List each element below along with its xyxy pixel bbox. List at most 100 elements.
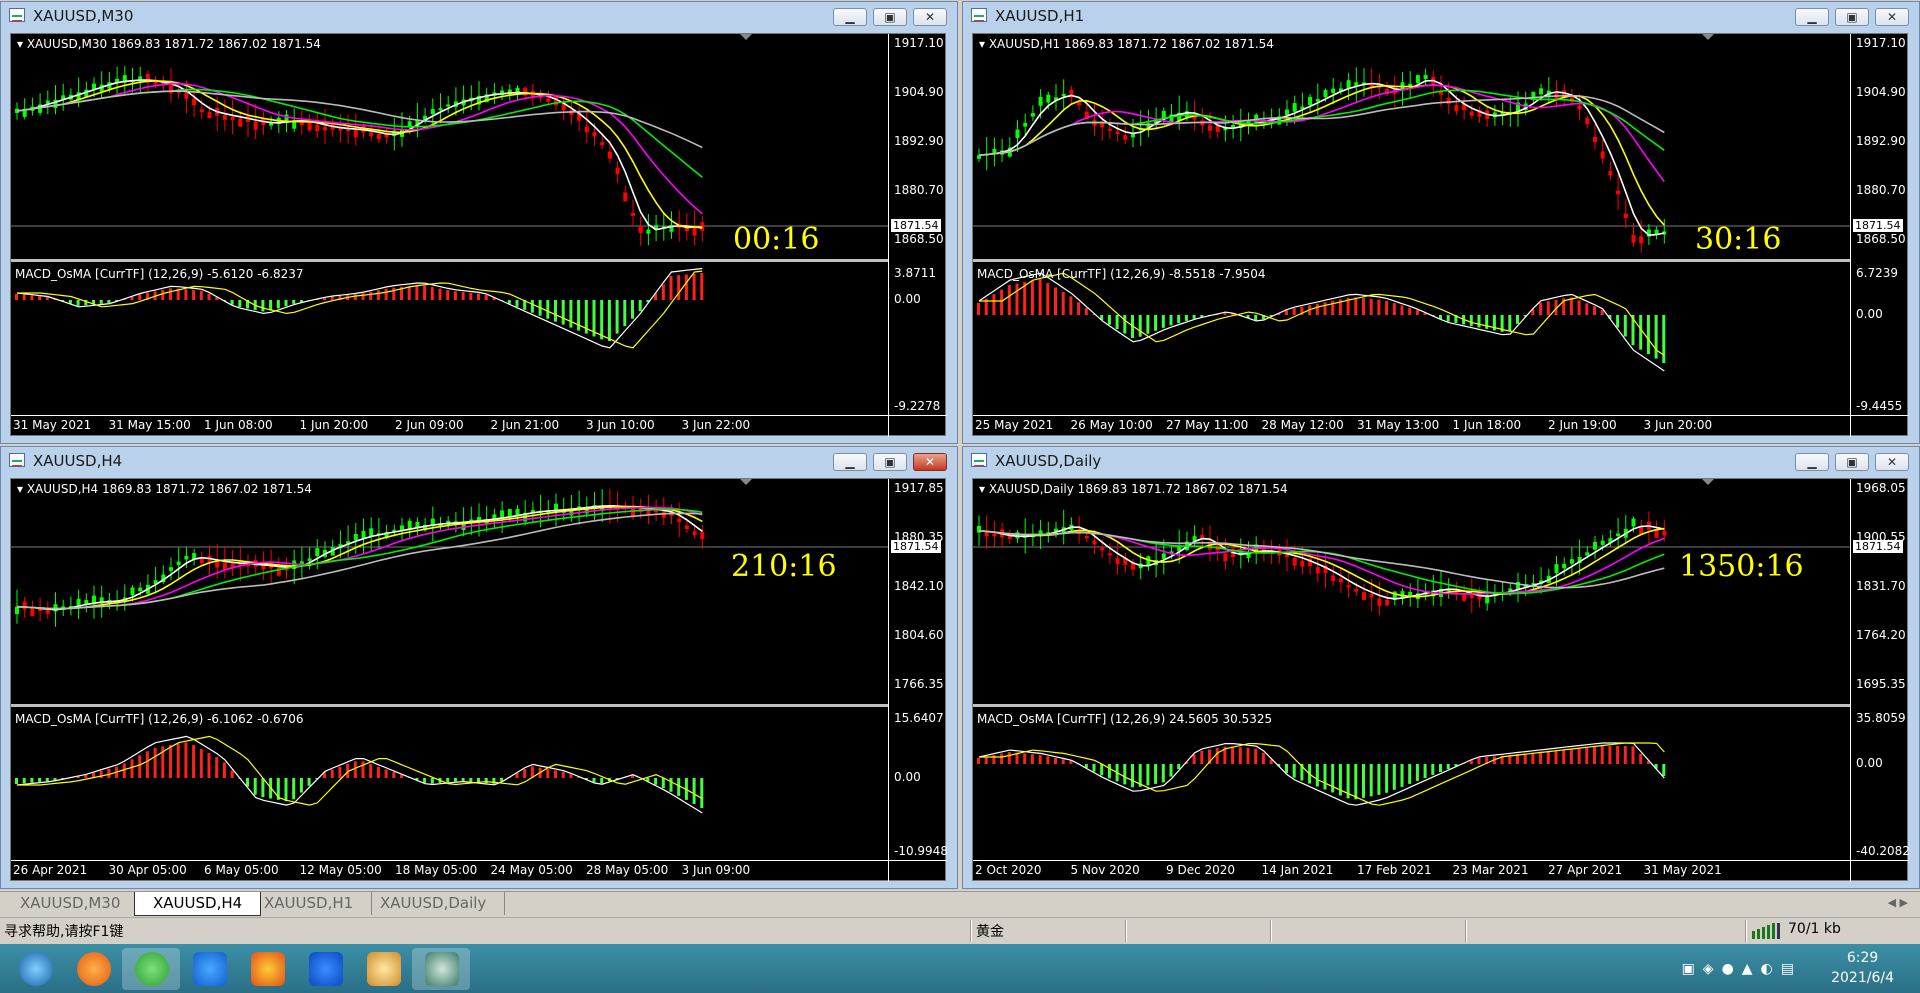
macd-bar [1539, 751, 1543, 764]
chart-area[interactable]: ▾ XAUUSD,H4 1869.83 1871.72 1867.02 1871… [10, 478, 948, 882]
paint-icon[interactable] [354, 948, 412, 990]
macd-bar [1362, 298, 1365, 315]
macd-level-label: 15.6407 [894, 711, 944, 725]
minimize-icon[interactable]: ▁ [833, 8, 867, 26]
candle-body [638, 225, 643, 234]
window-titlebar[interactable]: XAUUSD,Daily ▁ ▣ ✕ [963, 447, 1919, 473]
taskbar-clock[interactable]: 6:29 2021/6/4 [1831, 948, 1894, 988]
close-icon[interactable]: ✕ [913, 8, 947, 26]
minimize-icon[interactable]: ▁ [1795, 453, 1829, 471]
macd-bar [384, 288, 388, 300]
minimize-icon[interactable]: ▁ [833, 453, 867, 471]
macd-bar [607, 300, 611, 341]
wechat-icon[interactable] [122, 948, 180, 990]
chart-window-h1[interactable]: XAUUSD,H1 ▁ ▣ ✕ ▾ XAUUSD,H1 1869.83 1871.72 … [962, 1, 1920, 444]
maximize-icon[interactable]: ▣ [1835, 8, 1869, 26]
firefox-icon[interactable] [238, 948, 296, 990]
start-orb-icon[interactable] [6, 948, 64, 990]
macd-bar [1138, 315, 1142, 337]
close-icon[interactable]: ✕ [1875, 8, 1909, 26]
tab-scroll-arrows[interactable]: ◀ ▶ [1888, 896, 1908, 909]
candle-body [1554, 564, 1559, 574]
system-tray-icons[interactable]: ▣◈●▲◐▤ [1682, 961, 1802, 977]
clock-time: 6:29 [1846, 950, 1879, 966]
tab-xauusd-h4[interactable]: XAUUSD,H4 [134, 892, 262, 916]
candle-body [1030, 113, 1035, 117]
window-controls: ▁ ▣ ✕ [1789, 6, 1909, 26]
maximize-icon[interactable]: ▣ [1835, 453, 1869, 471]
time-label: 25 May 2021 [975, 418, 1054, 432]
candle-body [1446, 98, 1451, 105]
macd-bar [1000, 753, 1004, 764]
window-titlebar[interactable]: XAUUSD,H4 ▁ ▣ ✕ [1, 447, 957, 473]
macd-bar [68, 300, 72, 304]
time-label: 27 May 11:00 [1166, 418, 1249, 432]
macd-bar [30, 295, 34, 300]
pen-icon[interactable] [180, 948, 238, 990]
candle-body [615, 167, 620, 175]
macd-level-label: 6.7239 [1856, 266, 1898, 280]
time-label: 3 Jun 10:00 [586, 418, 655, 432]
macd-bar [477, 293, 480, 300]
macd-bar [1539, 302, 1543, 315]
tab-xauusd-m30[interactable]: XAUUSD,M30 [2, 892, 140, 915]
window-titlebar[interactable]: XAUUSD,M30 ▁ ▣ ✕ [1, 2, 957, 28]
macd-bar [1477, 757, 1481, 764]
chart-window-daily[interactable]: XAUUSD,Daily ▁ ▣ ✕ ▾ XAUUSD,Daily 1869.83 18… [962, 446, 1920, 889]
macd-bar [984, 756, 988, 764]
time-label: 3 Jun 22:00 [681, 418, 751, 432]
macd-bar [99, 300, 103, 304]
price-label: 1892.90 [1856, 134, 1906, 148]
price-label: 1904.90 [1856, 85, 1906, 99]
macd-indicator-label: MACD_OsMA [CurrTF] (12,26,9) -6.1062 -0.… [15, 712, 304, 726]
candle-body [1023, 122, 1028, 127]
chart-area[interactable]: ▾ XAUUSD,H1 1869.83 1871.72 1867.02 1871… [972, 33, 1909, 437]
macd-bar [138, 294, 142, 300]
chart-area[interactable]: ▾ XAUUSD,M30 1869.83 1871.72 1867.02 187… [10, 33, 947, 437]
macd-bar [392, 287, 396, 300]
metatrader-icon[interactable] [412, 948, 470, 990]
browser-icon[interactable] [64, 948, 122, 990]
macd-bar [1200, 750, 1204, 764]
macd-signal-line [979, 272, 1665, 356]
candle-body [1115, 131, 1120, 134]
candle-body [1115, 558, 1120, 565]
candle-body [1516, 581, 1520, 590]
window-controls: ▁ ▣ ✕ [827, 6, 947, 26]
macd-bar [415, 285, 419, 300]
candle-body [1223, 554, 1228, 562]
windows-taskbar: ▣◈●▲◐▤ 6:29 2021/6/4 [0, 944, 1920, 993]
macd-bar [192, 745, 196, 778]
candle-body [692, 531, 697, 536]
close-icon[interactable]: ✕ [1875, 453, 1909, 471]
feishu-icon[interactable] [296, 948, 354, 990]
candle-body [307, 122, 312, 131]
tab-xauusd-daily[interactable]: XAUUSD,Daily [362, 892, 506, 915]
candle-body [199, 109, 204, 113]
candle-body [1600, 540, 1605, 545]
chart-window-h4[interactable]: XAUUSD,H4 ▁ ▣ ✕ ▾ XAUUSD,H4 1869.83 1871.72 … [0, 446, 958, 889]
macd-signal-line [978, 742, 1665, 806]
candle-body [1046, 94, 1051, 103]
macd-bar [400, 774, 403, 778]
tab-xauusd-h1[interactable]: XAUUSD,H1 [246, 892, 373, 915]
maximize-icon[interactable]: ▣ [873, 453, 907, 471]
macd-bar [1030, 280, 1034, 315]
maximize-icon[interactable]: ▣ [873, 8, 907, 26]
macd-bar [376, 290, 380, 300]
time-label: 2 Jun 21:00 [490, 418, 560, 432]
macd-bar [600, 300, 604, 340]
macd-level-label: 35.8059 [1856, 711, 1906, 725]
close-icon[interactable]: ✕ [913, 453, 947, 471]
macd-bar [1469, 315, 1473, 326]
candle-body [623, 192, 628, 202]
chart-window-m30[interactable]: XAUUSD,M30 ▁ ▣ ✕ ▾ XAUUSD,M30 1869.83 1871.7… [0, 1, 958, 444]
chart-area[interactable]: ▾ XAUUSD,Daily 1869.83 1871.72 1867.02 1… [972, 478, 1910, 882]
candle-body [692, 227, 697, 236]
macd-bar [1192, 754, 1196, 764]
macd-bar [446, 290, 450, 300]
minimize-icon[interactable]: ▁ [1795, 8, 1829, 26]
paint-icon-glyph [367, 952, 401, 986]
macd-bar [1192, 315, 1196, 319]
window-titlebar[interactable]: XAUUSD,H1 ▁ ▣ ✕ [963, 2, 1919, 28]
